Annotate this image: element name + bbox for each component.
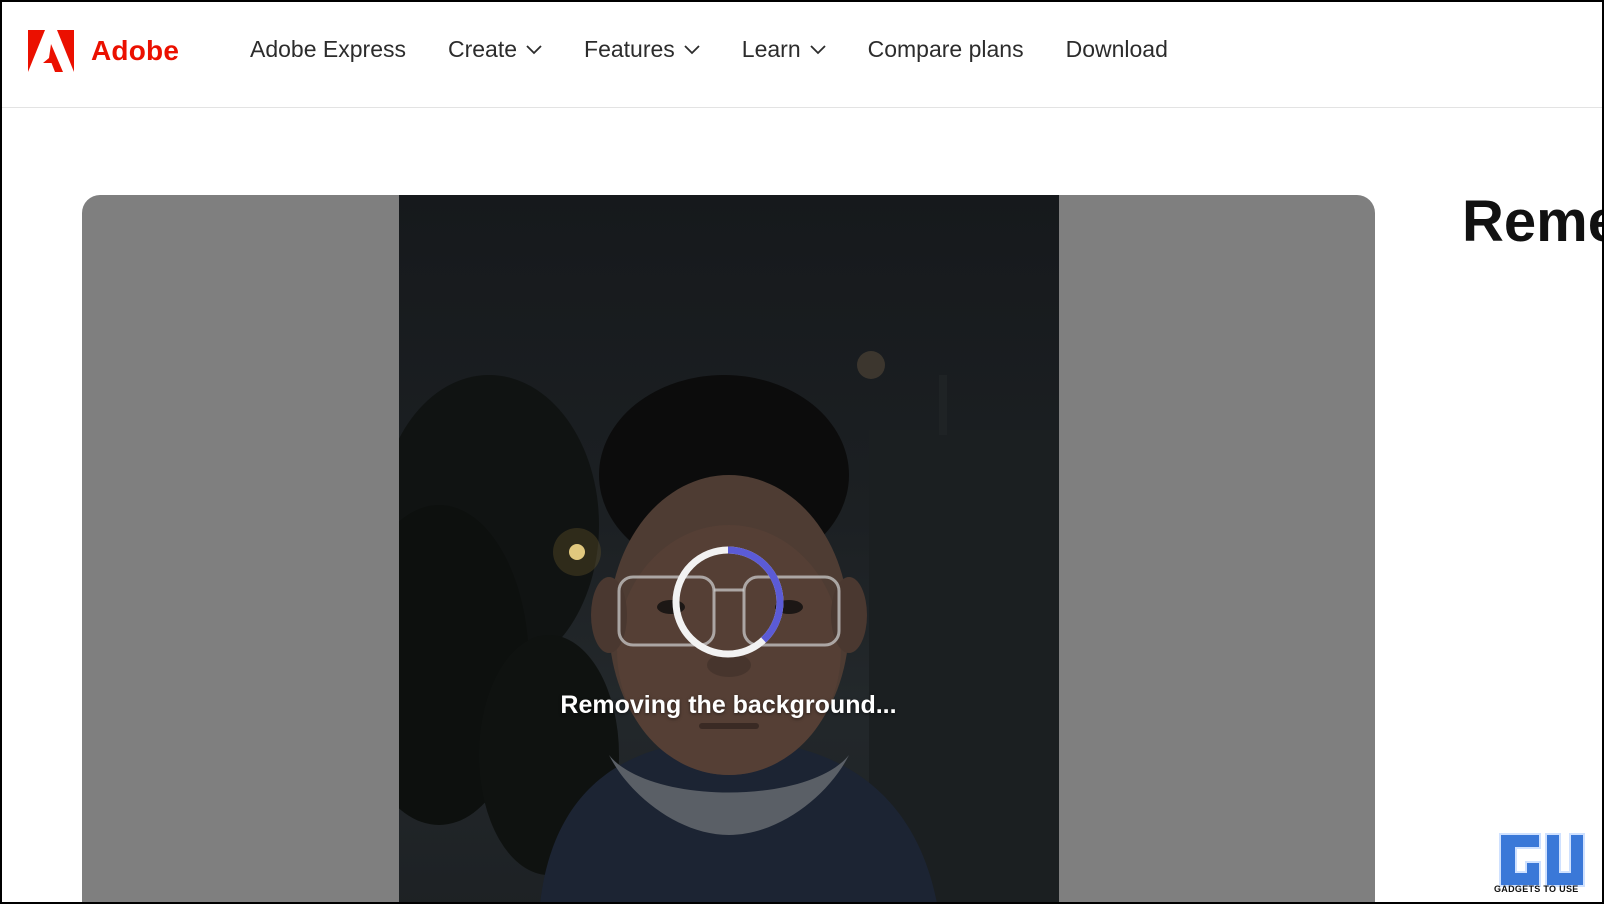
- nav-learn[interactable]: Learn: [742, 36, 826, 63]
- nav-label: Create: [447, 36, 518, 62]
- nav-label: Compare plans: [867, 36, 1024, 62]
- brand-name: Adobe: [91, 35, 180, 66]
- chevron-down-icon: [526, 44, 542, 54]
- nav-label: Download: [1065, 36, 1168, 62]
- nav-compare-plans[interactable]: Compare plans: [868, 36, 1024, 63]
- image-preview-area: Removing the background...: [82, 195, 1375, 904]
- processing-status-text: Removing the background...: [560, 691, 897, 719]
- top-navigation: Adobe Adobe Express Create Features Lear…: [0, 0, 1604, 108]
- nav-label: Learn: [741, 36, 801, 62]
- adobe-logo-icon: [28, 30, 74, 72]
- nav-features[interactable]: Features: [584, 36, 700, 63]
- adobe-logo[interactable]: Adobe: [28, 30, 179, 72]
- loading-spinner-icon: [672, 546, 784, 658]
- nav-create[interactable]: Create: [448, 36, 542, 63]
- chevron-down-icon: [684, 44, 700, 54]
- page-heading: Reme: [1462, 189, 1604, 254]
- nav-download[interactable]: Download: [1066, 36, 1168, 63]
- chevron-down-icon: [809, 44, 826, 54]
- main-menu: Adobe Express Create Features Learn Comp…: [250, 36, 1210, 63]
- nav-label: Features: [584, 36, 675, 62]
- nav-label: Adobe Express: [250, 36, 406, 62]
- nav-adobe-express[interactable]: Adobe Express: [250, 36, 406, 63]
- watermark-text: GADGETS TO USE: [1494, 884, 1579, 894]
